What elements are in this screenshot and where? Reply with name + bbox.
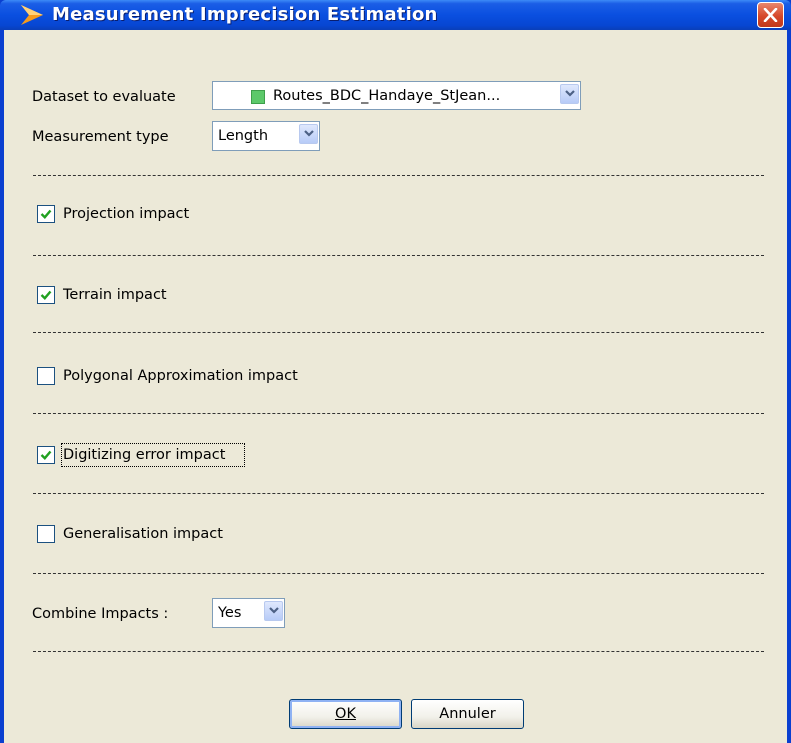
checkmark-icon	[40, 209, 52, 219]
separator	[33, 413, 764, 414]
combine-impacts-value: Yes	[218, 605, 242, 621]
checkmark-icon	[40, 450, 52, 460]
close-button[interactable]	[757, 2, 784, 28]
terrain-impact-checkbox[interactable]	[37, 286, 55, 304]
cancel-button[interactable]: Annuler	[411, 699, 524, 729]
combine-impacts-select[interactable]: Yes	[212, 598, 285, 628]
projection-impact-label[interactable]: Projection impact	[63, 205, 189, 223]
chevron-down-icon	[269, 607, 279, 614]
close-icon	[763, 8, 778, 22]
window-title: Measurement Imprecision Estimation	[52, 4, 438, 25]
dataset-label: Dataset to evaluate	[32, 89, 176, 105]
terrain-impact-label[interactable]: Terrain impact	[63, 286, 167, 304]
separator	[33, 493, 764, 494]
ok-button[interactable]: OK	[289, 699, 402, 729]
digitizing-error-impact-checkbox[interactable]	[37, 446, 55, 464]
measurement-type-dropdown-button[interactable]	[299, 124, 318, 144]
polygonal-approximation-impact-label[interactable]: Polygonal Approximation impact	[63, 367, 298, 385]
title-bar[interactable]: Measurement Imprecision Estimation	[0, 0, 791, 30]
chevron-down-icon	[304, 130, 314, 137]
dialog-content: Dataset to evaluate Routes_BDC_Handaye_S…	[4, 30, 787, 743]
polygonal-approximation-impact-checkbox[interactable]	[37, 367, 55, 385]
focus-indicator	[61, 443, 245, 467]
measurement-type-label: Measurement type	[32, 129, 169, 145]
separator	[33, 332, 764, 333]
chevron-down-icon	[565, 90, 575, 97]
cancel-button-label: Annuler	[439, 706, 496, 722]
dataset-dropdown-button[interactable]	[560, 84, 579, 104]
separator	[33, 573, 764, 574]
dataset-select[interactable]: Routes_BDC_Handaye_StJean...	[212, 81, 581, 110]
app-logo-icon	[21, 5, 43, 25]
dialog-window: Measurement Imprecision Estimation Datas…	[0, 0, 791, 743]
dataset-color-swatch	[251, 90, 265, 104]
separator	[33, 175, 764, 176]
projection-impact-checkbox[interactable]	[37, 205, 55, 223]
generalisation-impact-checkbox[interactable]	[37, 525, 55, 543]
generalisation-impact-label[interactable]: Generalisation impact	[63, 525, 223, 543]
measurement-type-value: Length	[218, 128, 269, 144]
separator	[33, 255, 764, 256]
combine-impacts-label: Combine Impacts :	[32, 606, 169, 622]
ok-button-label: OK	[335, 706, 356, 722]
dataset-select-value: Routes_BDC_Handaye_StJean...	[273, 88, 501, 104]
checkmark-icon	[40, 290, 52, 300]
combine-impacts-dropdown-button[interactable]	[264, 601, 283, 621]
separator	[33, 651, 764, 652]
measurement-type-select[interactable]: Length	[212, 121, 320, 151]
